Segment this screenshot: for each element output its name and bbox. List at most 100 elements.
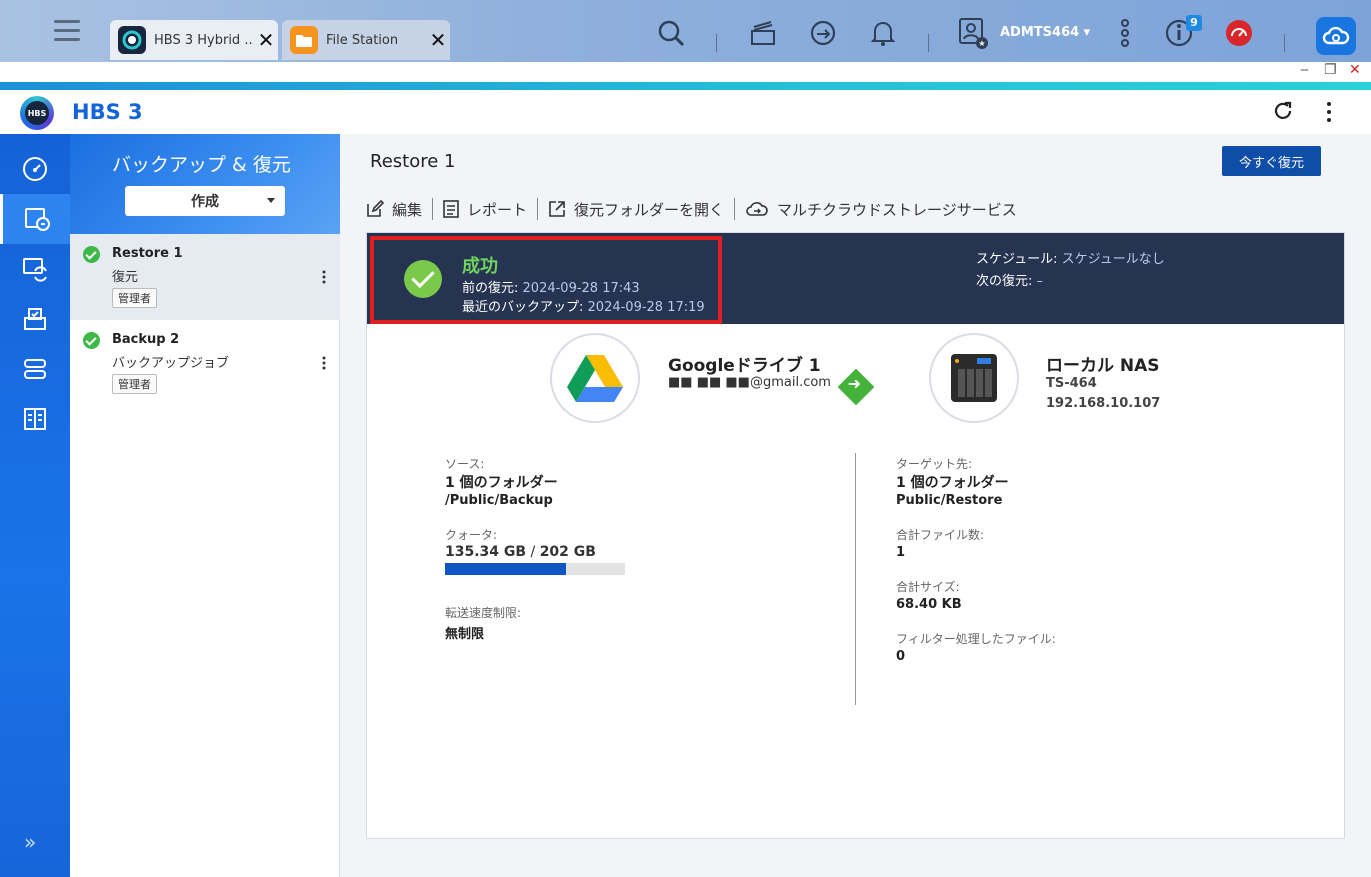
- sync-icon[interactable]: [808, 18, 838, 48]
- cloud-app-icon[interactable]: [1316, 17, 1356, 55]
- nav-storage-icon[interactable]: [0, 294, 70, 344]
- speed-value: 無制限: [445, 627, 485, 642]
- total-files-label: 合計ファイル数:: [896, 528, 985, 542]
- schedule: スケジュール: スケジュールなし: [976, 252, 1165, 267]
- report-icon: [443, 200, 459, 218]
- filtered-files-value: 0: [896, 649, 906, 664]
- status-bar: 成功 前の復元: 2024-09-28 17:43 最近のバックアップ: 202…: [367, 233, 1344, 324]
- more-options-icon[interactable]: [1322, 100, 1336, 124]
- role-badge: 管理者: [112, 374, 157, 394]
- tab-label: HBS 3 Hybrid ...: [154, 32, 254, 48]
- chevron-down-icon: [267, 198, 275, 203]
- media-icon[interactable]: [748, 18, 778, 48]
- job-detail-card: 成功 前の復元: 2024-09-28 17:43 最近のバックアップ: 202…: [366, 232, 1345, 839]
- source-name: Googleドライブ 1: [668, 356, 821, 376]
- tab-file-station[interactable]: File Station ✕: [282, 20, 450, 60]
- tab-hbs3[interactable]: HBS 3 Hybrid ... ✕: [110, 20, 278, 60]
- bell-icon[interactable]: [868, 18, 898, 48]
- close-window-icon[interactable]: ✕: [1349, 62, 1361, 78]
- role-badge: 管理者: [112, 288, 157, 308]
- job-menu-icon[interactable]: [322, 356, 326, 370]
- nav-sync-icon[interactable]: [0, 244, 70, 294]
- success-check-icon: [404, 260, 442, 298]
- main-menu-icon[interactable]: [54, 20, 80, 42]
- multicloud-button[interactable]: マルチクラウドストレージサービス: [745, 199, 1027, 220]
- jobs-panel-header: バックアップ & 復元 作成: [70, 134, 340, 234]
- total-files-value: 1: [896, 545, 906, 560]
- cloud-icon: [746, 202, 768, 216]
- last-restore: 前の復元: 2024-09-28 17:43: [462, 281, 640, 296]
- app-title: HBS 3: [72, 100, 143, 124]
- job-name: Backup 2: [112, 332, 180, 347]
- quota-label: クォータ:: [445, 528, 498, 542]
- window-bar: [0, 62, 1371, 82]
- nav-services-icon[interactable]: [0, 344, 70, 394]
- minimize-icon[interactable]: ‒: [1300, 62, 1309, 78]
- close-tab-icon[interactable]: ✕: [254, 28, 278, 52]
- taskbar: HBS 3 Hybrid ... ✕ File Station ✕ ★ ADMT…: [0, 0, 1371, 62]
- jobs-panel: バックアップ & 復元 作成 Restore 1 復元 管理者 Backup 2…: [70, 134, 340, 877]
- filtered-files-label: フィルター処理したファイル:: [896, 632, 1056, 646]
- expand-nav-icon[interactable]: »: [24, 830, 36, 854]
- status-title: 成功: [462, 256, 498, 277]
- source-account: ■■ ■■ ■■@gmail.com: [668, 375, 831, 390]
- job-type: バックアップジョブ: [112, 356, 230, 371]
- create-button[interactable]: 作成: [125, 186, 285, 216]
- nav-overview-icon[interactable]: [0, 144, 70, 194]
- user-icon[interactable]: ★: [958, 18, 988, 49]
- external-link-icon: [549, 201, 565, 217]
- target-ip: 192.168.10.107: [1046, 396, 1161, 411]
- svg-text:★: ★: [978, 39, 985, 48]
- username[interactable]: ADMTS464 ▾: [1000, 25, 1090, 40]
- success-check-icon: [83, 246, 100, 263]
- target-path: Public/Restore: [896, 493, 1003, 508]
- restore-window-icon[interactable]: ❐: [1324, 62, 1337, 78]
- jobs-panel-title: バックアップ & 復元: [112, 154, 291, 176]
- divider: [855, 453, 856, 705]
- edit-icon: [367, 200, 384, 217]
- more-options-icon[interactable]: [1110, 18, 1140, 48]
- target-label: ターゲット先:: [896, 457, 973, 471]
- close-tab-icon[interactable]: ✕: [426, 28, 450, 52]
- total-size-value: 68.40 KB: [896, 597, 962, 612]
- source-folders: 1 個のフォルダー: [445, 475, 558, 491]
- separator: [716, 34, 717, 52]
- quota-progress-fill: [445, 563, 566, 575]
- open-restore-folder-button[interactable]: 復元フォルダーを開く: [548, 199, 734, 220]
- left-nav: »: [0, 134, 70, 877]
- tab-label: File Station: [326, 32, 399, 48]
- speed-label: 転送速度制限:: [445, 606, 522, 620]
- quota-value: 135.34 GB / 202 GB: [445, 544, 596, 560]
- source-label: ソース:: [445, 457, 485, 471]
- job-name: Restore 1: [112, 246, 183, 261]
- search-icon[interactable]: [656, 18, 686, 48]
- report-button[interactable]: レポート: [443, 199, 537, 220]
- hbs3-app-icon: [118, 26, 146, 54]
- job-item-restore-1[interactable]: Restore 1 復元 管理者: [70, 234, 340, 320]
- file-station-icon: [290, 26, 318, 54]
- separator: [537, 198, 539, 220]
- nas-device-icon: [929, 333, 1019, 423]
- google-drive-icon: [550, 333, 640, 423]
- source-path: /Public/Backup: [445, 493, 553, 508]
- app-header: HBS HBS 3: [0, 90, 1371, 134]
- edit-button[interactable]: 編集: [366, 199, 432, 220]
- quota-progress-bar: [445, 563, 625, 575]
- refresh-icon[interactable]: [1272, 100, 1294, 122]
- status-highlight-box: 成功 前の復元: 2024-09-28 17:43 最近のバックアップ: 202…: [370, 236, 722, 324]
- nav-backup-restore-icon[interactable]: [0, 194, 70, 244]
- separator: [928, 34, 929, 52]
- target-model: TS-464: [1046, 376, 1097, 391]
- target-name: ローカル NAS: [1046, 356, 1160, 376]
- job-menu-icon[interactable]: [322, 270, 326, 284]
- separator: [432, 198, 434, 220]
- separator: [1284, 34, 1285, 52]
- next-restore: 次の復元: –: [976, 274, 1044, 289]
- job-item-backup-2[interactable]: Backup 2 バックアップジョブ 管理者: [70, 320, 340, 406]
- notification-badge: 9: [1186, 15, 1202, 31]
- restore-now-button[interactable]: 今すぐ復元: [1222, 146, 1321, 176]
- nav-logs-icon[interactable]: [0, 394, 70, 444]
- resource-monitor-icon[interactable]: [1224, 18, 1254, 48]
- arrow-right-icon: [837, 368, 875, 406]
- separator: [734, 198, 736, 220]
